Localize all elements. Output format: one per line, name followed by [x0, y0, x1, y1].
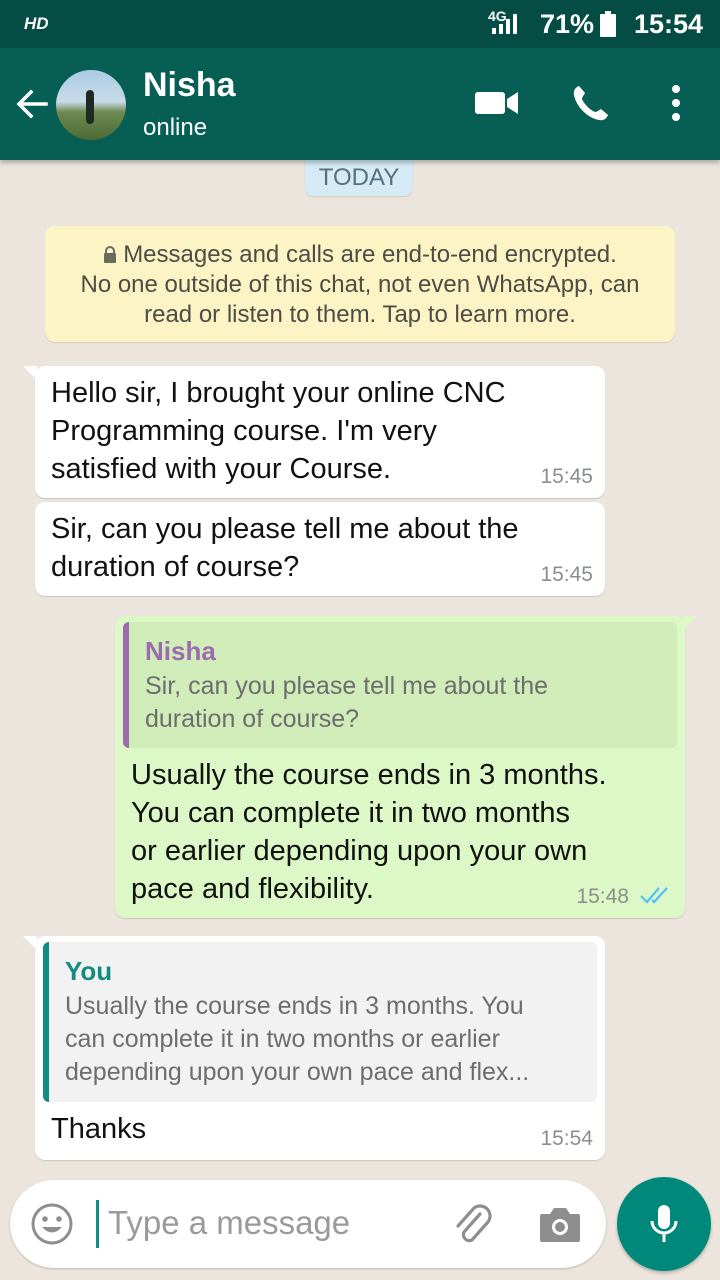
battery-icon — [600, 11, 616, 37]
incoming-message[interactable]: Hello sir, I brought your online CNC Pro… — [23, 366, 605, 498]
chat-area[interactable]: TODAY Messages and calls are end-to-end … — [0, 150, 720, 1280]
chat-header: Nisha online — [0, 48, 720, 160]
avatar[interactable] — [56, 70, 126, 140]
encryption-line-1: Messages and calls are end-to-end encryp… — [123, 241, 617, 268]
phone-icon[interactable] — [570, 82, 612, 124]
status-bar: HD 4G 71% 15:54 — [0, 0, 720, 48]
hd-indicator: HD — [24, 14, 49, 33]
quote-line: Sir, can you please tell me about the — [145, 672, 549, 700]
incoming-message[interactable]: Sir, can you please tell me about the du… — [35, 502, 605, 596]
attach-icon[interactable] — [450, 1200, 494, 1248]
read-ticks-icon — [640, 887, 668, 904]
encryption-notice[interactable]: Messages and calls are end-to-end encryp… — [45, 226, 675, 342]
quote-line: depending upon your own pace and flex... — [65, 1058, 530, 1086]
contact-name[interactable]: Nisha — [143, 66, 236, 105]
bubble-tail — [23, 936, 37, 950]
message-line: Programming course. I'm very — [51, 415, 437, 447]
message-input-bar[interactable]: Type a message — [10, 1180, 606, 1268]
message-time: 15:54 — [540, 1127, 593, 1150]
message-line: or earlier depending upon your own — [131, 835, 588, 867]
camera-icon[interactable] — [538, 1204, 582, 1244]
incoming-message[interactable]: You Usually the course ends in 3 months.… — [23, 936, 605, 1160]
back-arrow-icon[interactable] — [14, 86, 50, 122]
quoted-message[interactable]: Nisha Sir, can you please tell me about … — [123, 622, 677, 748]
encryption-line-3: read or listen to them. Tap to learn mor… — [144, 301, 576, 328]
lock-icon — [104, 246, 117, 263]
message-line: Hello sir, I brought your online CNC — [51, 377, 506, 409]
message-time: 15:45 — [540, 563, 593, 586]
message-line: Thanks — [51, 1113, 147, 1145]
quote-line: can complete it in two months or earlier — [65, 1025, 500, 1053]
quote-bar — [43, 942, 49, 1102]
message-input[interactable]: Type a message — [108, 1204, 350, 1242]
bubble-tail — [683, 616, 697, 630]
message-line: satisfied with your Course. — [51, 453, 392, 485]
battery-percent: 71% — [540, 9, 595, 39]
bubble-tail — [23, 366, 37, 380]
text-caret — [96, 1200, 99, 1248]
mic-icon — [650, 1205, 678, 1242]
message-line: Usually the course ends in 3 months. — [131, 759, 607, 791]
quote-text: Sir, can you please tell me about the du… — [145, 670, 548, 736]
encryption-line-2: No one outside of this chat, not even Wh… — [80, 271, 640, 298]
message-line: Sir, can you please tell me about the — [51, 513, 519, 545]
quote-line: duration of course? — [145, 705, 360, 733]
quote-line: Usually the course ends in 3 months. You — [65, 992, 524, 1020]
quoted-message[interactable]: You Usually the course ends in 3 months.… — [43, 942, 597, 1102]
video-call-icon[interactable] — [474, 82, 520, 124]
quote-bar — [123, 622, 129, 748]
quote-author: You — [65, 956, 113, 986]
contact-status: online — [143, 114, 208, 141]
emoji-icon[interactable] — [30, 1202, 74, 1246]
more-options-icon[interactable] — [666, 82, 686, 124]
avatar-person — [86, 90, 94, 124]
clock: 15:54 — [634, 9, 704, 39]
message-line: You can complete it in two months — [131, 797, 571, 829]
message-time: 15:48 — [576, 885, 629, 908]
mic-button[interactable] — [617, 1177, 711, 1271]
quote-text: Usually the course ends in 3 months. You… — [65, 990, 529, 1089]
outgoing-message[interactable]: Nisha Sir, can you please tell me about … — [115, 616, 697, 918]
quote-author: Nisha — [145, 636, 216, 666]
message-line: duration of course? — [51, 551, 300, 583]
signal-icon — [492, 14, 517, 34]
message-time: 15:45 — [540, 465, 593, 488]
message-line: pace and flexibility. — [131, 873, 374, 905]
